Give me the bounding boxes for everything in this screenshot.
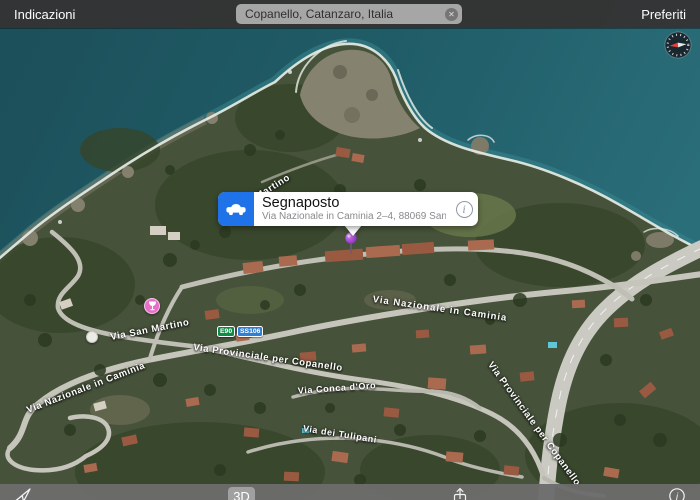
bottom-toolbar: [0, 484, 700, 500]
placemark-callout[interactable]: Segnaposto Via Nazionale in Caminia 2–4,…: [218, 192, 478, 226]
directions-button[interactable]: [218, 192, 254, 226]
clear-search-icon[interactable]: ✕: [445, 7, 458, 21]
route-shield-ss106: SS106: [237, 326, 264, 337]
apple-maps-window: Martino Via Nazionale in Caminia Via San…: [0, 0, 700, 500]
search-field[interactable]: ✕: [236, 4, 462, 24]
callout-subtitle: Via Nazionale in Caminia 2–4, 88069 Sant…: [262, 211, 446, 222]
callout-title: Segnaposto: [262, 195, 340, 211]
callout-info-button[interactable]: i: [450, 200, 478, 218]
search-input[interactable]: [245, 7, 445, 21]
page-info-icon[interactable]: i: [668, 487, 686, 500]
info-glyph: i: [676, 492, 679, 500]
info-icon: i: [455, 200, 473, 218]
favorites-toolbar-button[interactable]: Preferiti: [627, 7, 700, 22]
callout-text-block: Segnaposto Via Nazionale in Caminia 2–4,…: [254, 193, 450, 225]
poi-drink-pin[interactable]: [144, 298, 160, 314]
wine-glass-icon: [148, 301, 156, 311]
current-location-icon[interactable]: [14, 487, 32, 500]
car-icon: [226, 203, 246, 216]
route-shield-e90: E90: [217, 326, 236, 337]
3d-button[interactable]: 3D: [228, 487, 255, 500]
top-toolbar: Indicazioni ✕ Preferiti: [0, 0, 700, 28]
compass-icon[interactable]: [664, 31, 692, 59]
share-icon[interactable]: [452, 487, 468, 500]
poi-generic-pin[interactable]: [86, 331, 98, 343]
directions-toolbar-button[interactable]: Indicazioni: [0, 7, 89, 22]
callout-tail: [344, 225, 362, 236]
pool: [548, 342, 557, 348]
